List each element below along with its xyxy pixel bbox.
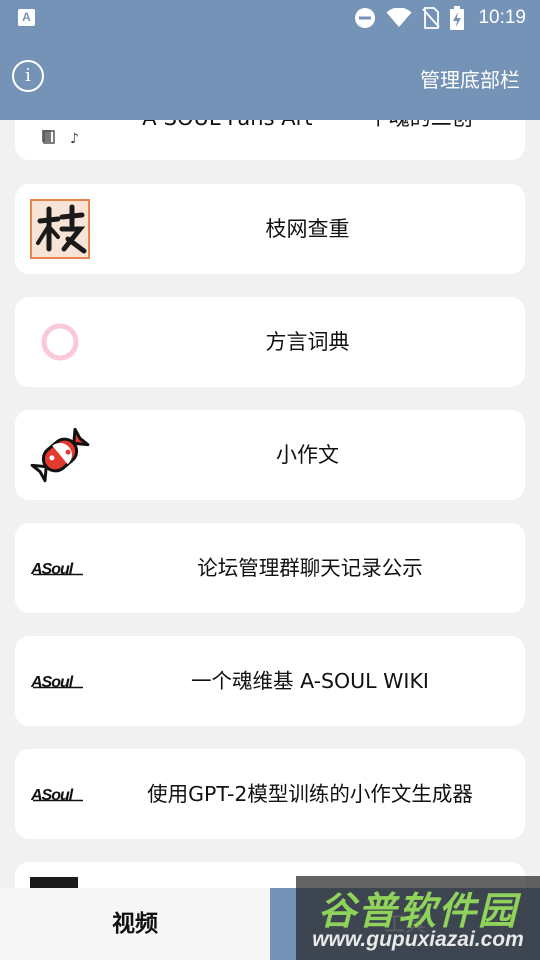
wifi-icon bbox=[386, 8, 412, 27]
tool-list[interactable]: ♪ A-SOUL Fans Art — 一个魂的二创 枝网查重 方言词典 bbox=[0, 0, 540, 888]
clock: 10:19 bbox=[478, 7, 526, 28]
dnd-icon bbox=[355, 8, 376, 28]
manage-bottom-bar-button[interactable]: 管理底部栏 bbox=[420, 64, 520, 93]
watermark: 谷普软件园 www.gupuxiazai.com bbox=[296, 876, 540, 960]
info-icon[interactable]: i bbox=[12, 60, 44, 92]
svg-text:♪: ♪ bbox=[70, 131, 79, 145]
list-item-label: 方言词典 bbox=[265, 330, 350, 354]
asoul-logo-icon: ASoul bbox=[31, 561, 83, 577]
zhiwang-icon bbox=[30, 199, 90, 259]
list-item-label: 使用GPT-2模型训练的小作文生成器 bbox=[147, 782, 473, 806]
app-bar: i 管理底部栏 bbox=[0, 36, 540, 120]
battery-charging-icon bbox=[450, 6, 465, 30]
list-item-forum-chat-records[interactable]: ASoul 论坛管理群聊天记录公示 bbox=[15, 523, 525, 613]
status-bar: A 10:19 bbox=[0, 0, 540, 36]
list-item-short-essay[interactable]: 小作文 bbox=[15, 410, 525, 500]
list-item-label: 论坛管理群聊天记录公示 bbox=[197, 556, 423, 580]
watermark-title: 谷普软件园 bbox=[317, 889, 518, 933]
list-item-label: 一个魂维基 A-SOUL WIKI bbox=[191, 669, 429, 693]
list-item-asoul-wiki[interactable]: ASoul 一个魂维基 A-SOUL WIKI bbox=[15, 636, 525, 726]
asoul-logo-icon: ASoul bbox=[31, 787, 83, 803]
pink-ring-icon bbox=[41, 323, 79, 361]
asoul-logo-icon: ASoul bbox=[31, 674, 83, 690]
watermark-url: www.gupuxiazai.com bbox=[312, 928, 524, 951]
list-item-label: 枝网查重 bbox=[265, 217, 350, 241]
no-sim-icon bbox=[422, 7, 441, 29]
list-item-gpt2-generator[interactable]: ASoul 使用GPT-2模型训练的小作文生成器 bbox=[15, 749, 525, 839]
list-item-dialect-dictionary[interactable]: 方言词典 bbox=[15, 297, 525, 387]
app-notification-icon: A bbox=[18, 9, 35, 26]
list-item-label: 小作文 bbox=[276, 443, 339, 467]
tab-video[interactable]: 视频 bbox=[0, 888, 270, 960]
dark-thumbnail-icon bbox=[30, 877, 78, 888]
list-item-zhiwang[interactable]: 枝网查重 bbox=[15, 184, 525, 274]
candy-icon bbox=[30, 427, 90, 483]
